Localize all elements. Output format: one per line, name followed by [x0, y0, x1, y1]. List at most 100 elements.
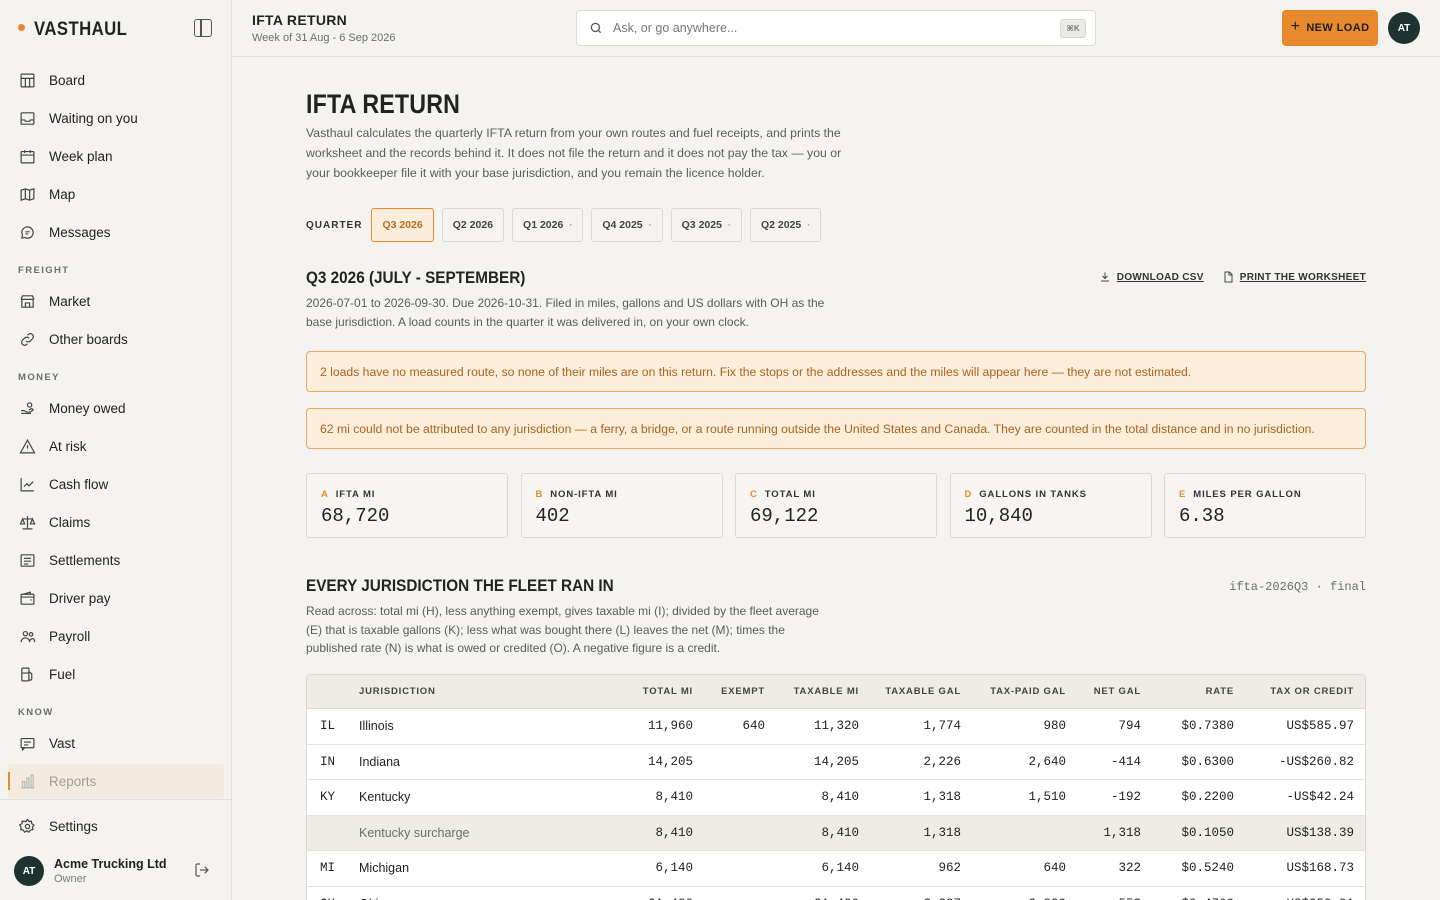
kpi-letter: E [1179, 489, 1187, 500]
kpi-value: 402 [535, 505, 570, 527]
sidebar-item-label: Vast [49, 735, 76, 751]
account-switcher[interactable]: AT Acme Trucking Ltd Owner [14, 856, 167, 886]
sidebar-item-market[interactable]: Market [8, 284, 224, 318]
cell-code: IN [320, 754, 336, 769]
account-org: Acme Trucking Ltd [54, 857, 167, 871]
kpi-card: B NON-IFTA MI 402 [520, 473, 723, 538]
trend-icon [19, 476, 36, 493]
sidebar-item-label: Week plan [49, 148, 113, 164]
cell-tgal: 962 [938, 861, 961, 876]
quarter-tab[interactable]: Q1 2026 · [512, 208, 584, 242]
quarter-tab[interactable]: Q2 2025 · [749, 208, 822, 242]
table-row[interactable]: MI Michigan 6,140 6,140 962 640 322 $0.5240 US$1… [307, 851, 1365, 887]
return-title: IFTA RETURN [306, 89, 461, 119]
sidebar-item-map[interactable]: Map [8, 177, 224, 211]
sidebar-item-week-plan[interactable]: Week plan [8, 139, 224, 173]
cell-code: IL [320, 719, 336, 734]
sidebar-item-settings[interactable]: Settings [8, 809, 224, 843]
sidebar-item-label: At risk [49, 438, 87, 454]
quarter-tab[interactable]: Q2 2026 [441, 208, 505, 242]
sidebar-item-reports[interactable]: Reports [8, 764, 224, 798]
table-row[interactable]: Kentucky surcharge 8,410 8,410 1,318 1,318 $0… [307, 815, 1365, 851]
search-input[interactable]: Ask, or go anywhere... ⌘K [576, 10, 1096, 46]
sidebar-item-money-owed[interactable]: Money owed [8, 391, 224, 425]
column-header[interactable]: NET GAL [1066, 686, 1141, 697]
pdf-icon [1224, 271, 1233, 283]
table-description: Read across: total mi (H), less anything… [306, 604, 819, 655]
table-row[interactable]: KY Kentucky 8,410 8,410 1,318 1,510 -192 $0.220… [307, 780, 1365, 816]
print-worksheet-link[interactable]: PRINT THE WORKSHEET [1222, 271, 1366, 283]
fuel-icon [19, 666, 36, 683]
kpi-card: E MILES PER GALLON 6.38 [1164, 473, 1366, 538]
message-icon [19, 224, 36, 241]
jurisdiction-table-title: EVERY JURISDICTION THE FLEET RAN IN [306, 576, 614, 595]
cell-paid: 980 [1043, 719, 1066, 734]
sidebar-toggle-icon[interactable] [194, 19, 212, 37]
sidebar-item-label: Settings [49, 818, 98, 834]
section-money: MONEY [18, 372, 60, 383]
sidebar-item-label: Money owed [49, 400, 126, 416]
cell-paid: 2,640 [1028, 754, 1066, 769]
sidebar-item-settlements[interactable]: Settlements [8, 543, 224, 577]
sidebar-item-other-boards[interactable]: Other boards [8, 322, 224, 356]
kpi-value: 69,122 [750, 505, 819, 527]
quarter-tab-label: Q2 2026 [452, 219, 494, 231]
column-header[interactable]: TAX OR CREDIT [1234, 686, 1354, 697]
column-header[interactable]: TOTAL MI [589, 686, 693, 697]
column-header[interactable]: RATE [1141, 686, 1234, 697]
cell-net: 322 [1118, 861, 1141, 876]
new-load-button[interactable]: + NEW LOAD [1282, 10, 1378, 46]
sidebar-item-messages[interactable]: Messages [8, 215, 224, 249]
map-icon [19, 186, 36, 203]
sidebar-item-claims[interactable]: Claims [8, 505, 224, 539]
kpi-label: GALLONS IN TANKS [979, 489, 1087, 500]
column-header[interactable]: TAX-PAID GAL [961, 686, 1066, 697]
cell-code: KY [320, 790, 336, 805]
alert-unmeasured-routes: 2 loads have no measured route, so none … [306, 351, 1366, 392]
cell-rate: $0.5240 [1181, 861, 1234, 876]
sidebar-item-board[interactable]: Board [8, 63, 224, 97]
cell-rate: $0.6300 [1181, 754, 1234, 769]
column-header[interactable]: JURISDICTION [359, 686, 589, 697]
sidebar-item-payroll[interactable]: Payroll [8, 619, 224, 653]
inbox-icon [19, 110, 36, 127]
cell-net: 1,318 [1103, 825, 1141, 840]
cell-tax: -US$42.24 [1286, 790, 1354, 805]
quarter-tab[interactable]: Q3 2025 · [670, 208, 742, 242]
sidebar-item-waiting-on-you[interactable]: Waiting on you [8, 101, 224, 135]
cell-taxable: 11,320 [813, 719, 859, 734]
sidebar-item-fuel[interactable]: Fuel [8, 657, 224, 691]
kpi-card: A IFTA MI 68,720 [306, 473, 508, 538]
brand-logo[interactable]: VASTHAUL [18, 18, 140, 42]
table-row[interactable]: IN Indiana 14,205 14,205 2,226 2,640 -414 $0.63… [307, 745, 1365, 780]
quarter-tab[interactable]: Q3 2026 [371, 208, 434, 242]
column-header[interactable]: EXEMPT [693, 686, 765, 697]
kpi-row: A IFTA MI 68,720 B NON-IFTA MI 402 C TOTAL MI 69… [306, 473, 1366, 538]
sidebar-item-label: Settlements [49, 552, 121, 568]
sidebar-item-at-risk[interactable]: At risk [8, 429, 224, 463]
section-freight: FREIGHT [18, 265, 70, 276]
brand-name: VASTHAUL [34, 19, 128, 40]
column-header[interactable]: TAXABLE MI [765, 686, 859, 697]
user-avatar[interactable]: AT [1388, 12, 1420, 44]
cell-total: 8,410 [655, 825, 693, 840]
quarter-tab[interactable]: Q4 2025 · [591, 208, 663, 242]
jurisdiction-table: JURISDICTION TOTAL MI EXEMPT TAXABLE MI TAXA… [306, 674, 1366, 900]
cell-net: 794 [1118, 719, 1141, 734]
sidebar-item-cash-flow[interactable]: Cash flow [8, 467, 224, 501]
kpi-label: IFTA MI [335, 489, 376, 500]
table-row[interactable]: OHOhio21,48021,4803,3672,820553$0.4700US… [307, 887, 1365, 900]
sidebar-item-vast[interactable]: Vast [8, 726, 224, 760]
column-header[interactable]: TAXABLE GAL [859, 686, 961, 697]
intro-text: Vasthaul calculates the quarterly IFTA r… [306, 126, 842, 180]
quarter-selector: QUARTER Q3 2026 Q2 2026 Q1 2026 · Q4 2025 · Q3… [306, 208, 829, 242]
sidebar-item-label: Messages [49, 224, 111, 240]
download-icon [1100, 272, 1109, 282]
warning-icon [19, 438, 36, 455]
kpi-label: TOTAL MI [764, 489, 816, 500]
logout-icon[interactable] [194, 862, 212, 880]
table-header: JURISDICTION TOTAL MI EXEMPT TAXABLE MI TAXA… [307, 675, 1365, 709]
download-csv-link[interactable]: DOWNLOAD CSV [1099, 271, 1204, 283]
table-row[interactable]: IL Illinois 11,960 640 11,320 1,774 980 794 $0.7… [307, 709, 1365, 745]
sidebar-item-driver-pay[interactable]: Driver pay [8, 581, 224, 615]
